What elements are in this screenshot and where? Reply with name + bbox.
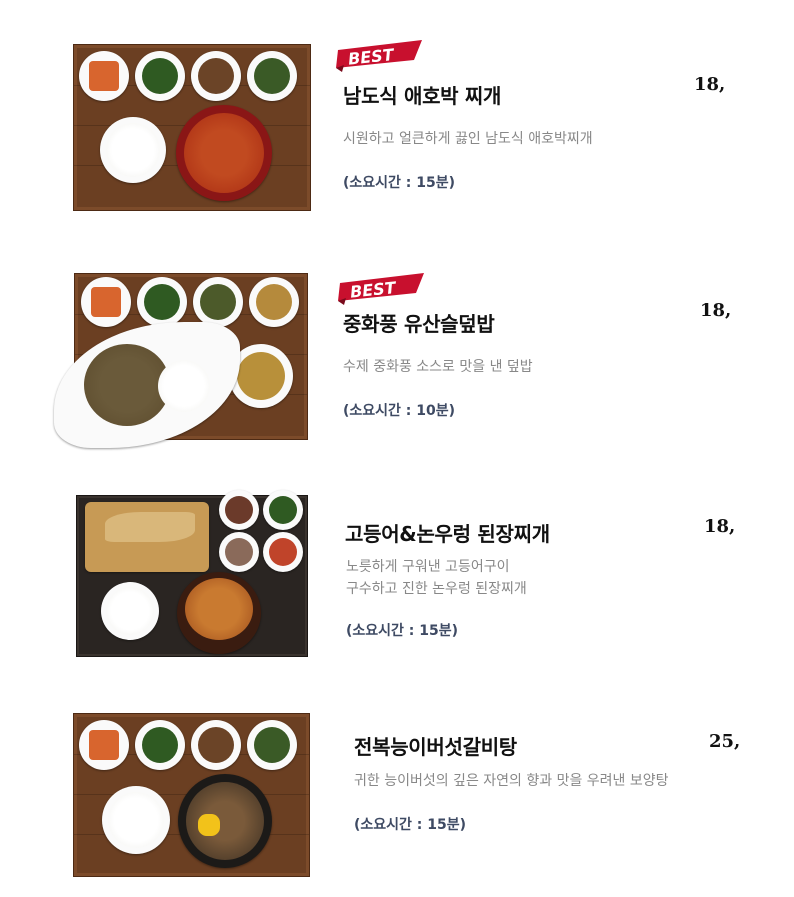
- menu-description: 수제 중화풍 소스로 맛을 낸 덮밥: [343, 359, 533, 375]
- menu-price: 18,: [700, 300, 732, 321]
- best-badge: BEST: [338, 273, 424, 305]
- menu-price: 18,: [704, 516, 736, 537]
- menu-photo-image: [73, 44, 311, 211]
- menu-title: 중화풍 유산슬덮밥: [343, 312, 495, 336]
- menu-photo-image: [73, 713, 310, 877]
- menu-price: 18,: [694, 74, 726, 95]
- prep-time: (소요시간 : 15분): [354, 817, 467, 833]
- menu-title: 전복능이버섯갈비탕: [354, 735, 517, 759]
- svg-text:BEST: BEST: [349, 278, 397, 302]
- menu-description: 시원하고 얼큰하게 끓인 남도식 애호박찌개: [343, 131, 593, 147]
- menu-price: 25,: [709, 731, 741, 752]
- menu-title: 고등어&논우렁 된장찌개: [345, 522, 550, 546]
- menu-title: 남도식 애호박 찌개: [343, 84, 502, 108]
- menu-description: 귀한 능이버섯의 깊은 자연의 향과 맛을 우려낸 보양탕: [354, 773, 669, 789]
- menu-description: 노릇하게 구워낸 고등어구이: [346, 559, 510, 575]
- prep-time: (소요시간 : 10분): [343, 403, 456, 419]
- menu-photo-image: [76, 490, 308, 657]
- prep-time: (소요시간 : 15분): [346, 623, 459, 639]
- svg-text:BEST: BEST: [347, 45, 395, 69]
- best-badge: BEST: [336, 40, 422, 72]
- menu-description: 구수하고 진한 논우렁 된장찌개: [346, 581, 527, 597]
- prep-time: (소요시간 : 15분): [343, 175, 456, 191]
